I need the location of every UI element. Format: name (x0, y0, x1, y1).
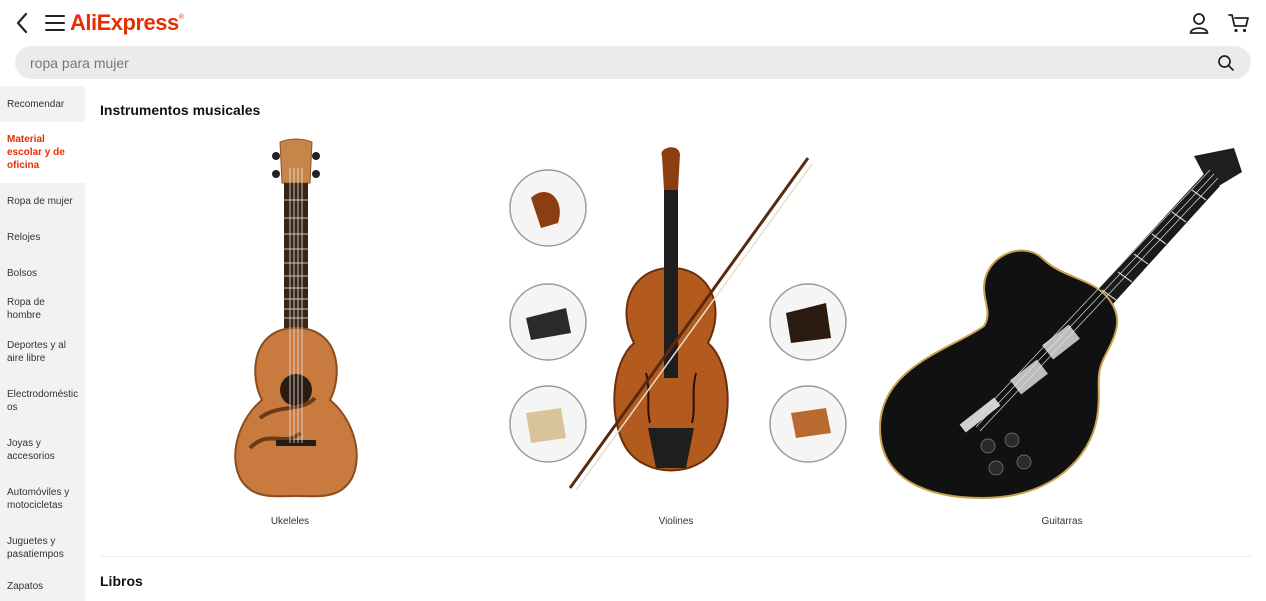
sidebar-item-ropa-hombre[interactable]: Ropa de hombre (0, 291, 85, 327)
product-card-violines[interactable]: Violines (486, 128, 866, 527)
sidebar-item-automoviles[interactable]: Automóviles y motocicletas (0, 474, 85, 523)
sidebar-item-ropa-mujer[interactable]: Ropa de mujer (0, 183, 85, 219)
sidebar-item-label: Material escolar y de oficina (7, 134, 65, 171)
ukulele-image[interactable] (100, 128, 480, 512)
cart-icon (1228, 14, 1249, 33)
account-button[interactable] (1187, 11, 1211, 35)
sidebar-item-label: Ropa de hombre (7, 297, 45, 321)
section-title-instrumentos: Instrumentos musicales (100, 102, 261, 118)
sidebar-item-zapatos[interactable]: Zapatos (0, 572, 85, 601)
search-bar (15, 46, 1251, 79)
sidebar-item-recomendar[interactable]: Recomendar (0, 86, 85, 122)
product-label: Guitarras (1041, 516, 1083, 527)
sidebar-item-label: Recomendar (7, 98, 65, 110)
logo-registered-mark: ® (178, 14, 184, 21)
search-input[interactable] (15, 46, 1205, 79)
menu-button[interactable] (44, 13, 66, 33)
sidebar-item-label: Relojes (7, 231, 41, 243)
sidebar-item-label: Bolsos (7, 267, 38, 279)
sidebar-item-deportes[interactable]: Deportes y al aire libre (0, 327, 85, 376)
sidebar-item-joyas[interactable]: Joyas y accesorios (0, 425, 85, 474)
logo-text: AliExpress (70, 10, 179, 35)
sidebar-item-label: Joyas y accesorios (7, 437, 55, 462)
sidebar-item-relojes[interactable]: Relojes (0, 219, 85, 255)
product-label: Ukeleles (270, 516, 310, 527)
sidebar-item-material-escolar[interactable]: Material escolar y de oficina (0, 122, 85, 183)
sidebar-item-label: Juguetes y pasatiempos (7, 535, 64, 560)
main-content: Instrumentos musicales Ukeleles Violines… (100, 86, 1252, 601)
product-card-guitarras[interactable]: Guitarras (872, 128, 1252, 527)
sidebar-item-electrodomesticos[interactable]: Electrodomésticos (0, 376, 85, 425)
guitar-image[interactable] (872, 128, 1252, 512)
product-card-ukeleles[interactable]: Ukeleles (100, 128, 480, 527)
user-icon (1189, 13, 1209, 34)
section-title-libros: Libros (100, 573, 143, 589)
back-button[interactable] (12, 11, 32, 35)
sidebar-item-bolsos[interactable]: Bolsos (0, 255, 85, 291)
top-header: AliExpress® (0, 0, 1266, 46)
sidebar-item-label: Zapatos (7, 581, 44, 592)
sidebar-item-juguetes[interactable]: Juguetes y pasatiempos (0, 523, 85, 572)
cart-button[interactable] (1227, 11, 1251, 35)
product-label: Violines (658, 516, 694, 527)
chevron-left-icon (16, 12, 28, 34)
sidebar-item-label: Automóviles y motocicletas (7, 486, 70, 511)
category-sidebar: Recomendar Material escolar y de oficina… (0, 86, 85, 601)
search-icon[interactable] (1217, 54, 1235, 72)
violin-image[interactable] (486, 128, 866, 512)
aliexpress-logo[interactable]: AliExpress® (70, 10, 184, 36)
sidebar-item-label: Ropa de mujer (7, 195, 73, 207)
hamburger-icon (45, 15, 65, 31)
sidebar-item-label: Electrodomésticos (7, 388, 79, 413)
section-divider (100, 556, 1252, 557)
sidebar-item-label: Deportes y al aire libre (7, 339, 66, 364)
